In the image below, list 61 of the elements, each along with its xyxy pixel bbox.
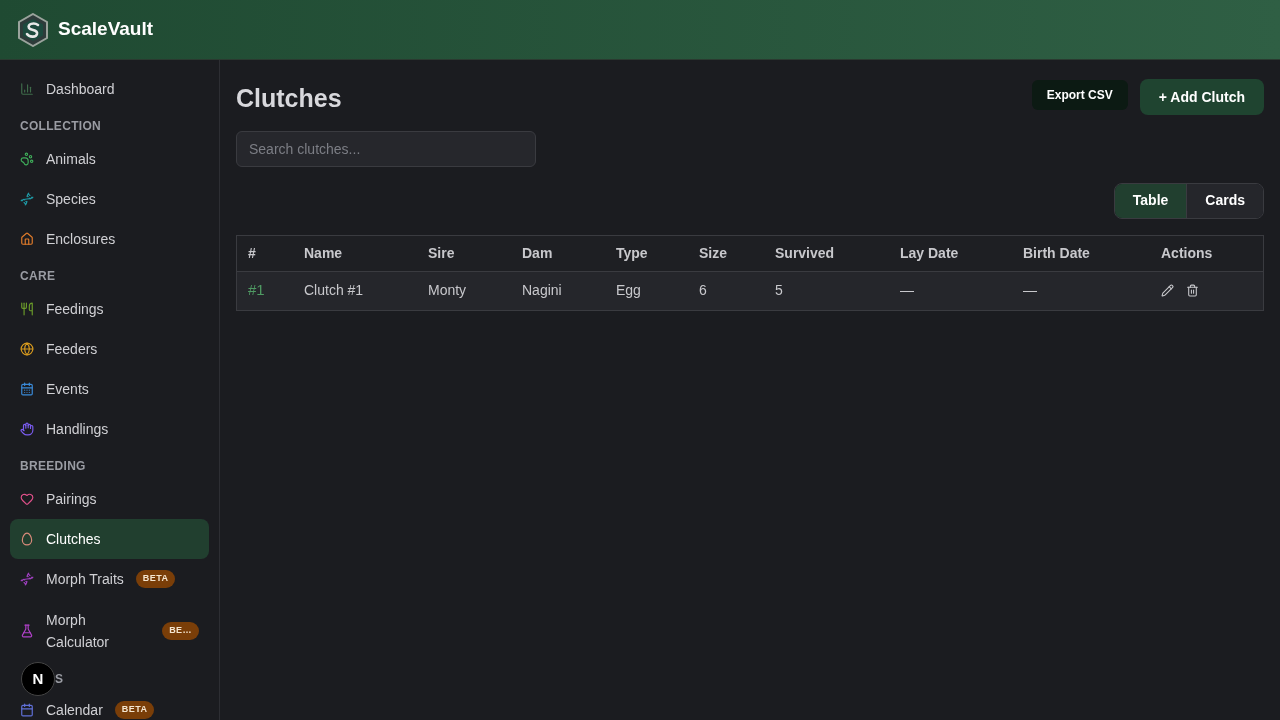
export-button[interactable]: Export CSV (1031, 80, 1128, 110)
beta-badge: BETA (114, 701, 155, 719)
section-label: S (55, 671, 64, 688)
sidebar-item[interactable]: Events (10, 369, 209, 409)
sidebar-item[interactable]: Pairings (10, 479, 209, 519)
table-cell[interactable]: #1 (237, 279, 293, 302)
table-cell-text: Clutch #1 (303, 281, 365, 300)
sidebar-item[interactable]: Animals (10, 139, 209, 179)
column-header: Survived (774, 243, 836, 263)
sidebar-item[interactable]: Morph Traits BETA (10, 559, 209, 599)
sidebar-item[interactable]: Calendar BETA (10, 696, 209, 720)
app-name: ScaleVault (58, 17, 154, 42)
sidebar-item[interactable]: Clutches (10, 519, 209, 559)
chart-icon (20, 82, 34, 96)
beta-badge: BE… (162, 622, 199, 640)
sidebar-item[interactable]: Feedings (10, 289, 209, 329)
column-header: Lay Date (899, 243, 960, 263)
house-icon (20, 232, 34, 246)
column-header: Type (615, 243, 649, 263)
column-header: Size (698, 243, 728, 263)
edit-icon[interactable] (1161, 284, 1174, 297)
globe-icon (20, 342, 34, 356)
delete-icon[interactable] (1186, 284, 1199, 297)
column-header: Sire (427, 243, 456, 263)
table-cell-text: Nagini (521, 281, 563, 300)
table-cell-text: Monty (427, 281, 468, 300)
sidebar-item[interactable]: Enclosures (10, 219, 209, 259)
heart-icon (20, 492, 34, 506)
hand-icon (20, 422, 34, 436)
column-header: Dam (521, 243, 554, 263)
table-cell-text: — (899, 281, 915, 300)
utensils-icon (20, 302, 34, 316)
column-header: Name (303, 243, 344, 263)
sidebar-item[interactable]: Dashboard (10, 69, 209, 109)
add-button[interactable]: + Add Clutch (1139, 79, 1264, 115)
sidebar-item[interactable]: Feeders (10, 329, 209, 369)
column-header: # (247, 243, 257, 263)
sidebar-item[interactable]: Morph Calculator BE… (10, 600, 209, 662)
sidebar-item[interactable]: Handlings (10, 409, 209, 449)
section-label: CARE (20, 268, 56, 285)
sidebar-item[interactable]: Species (10, 179, 209, 219)
search-field[interactable]: Search clutches... (236, 130, 536, 167)
table-cell-text: — (1022, 281, 1038, 300)
flask-icon (20, 624, 34, 638)
view-tab[interactable]: Table (1114, 183, 1187, 218)
table-cell-text: Egg (615, 281, 642, 300)
section-label: BREEDING (20, 458, 86, 475)
table-cell-text: 5 (774, 281, 784, 300)
view-tab[interactable]: Cards (1186, 183, 1263, 218)
logo-icon (16, 12, 50, 47)
calendar-icon (20, 382, 34, 396)
column-header: Actions (1160, 243, 1214, 263)
calendar-icon (20, 703, 34, 717)
section-label: COLLECTION (20, 118, 101, 135)
floating-button[interactable]: N (21, 662, 55, 696)
page-title: Clutches (236, 83, 342, 114)
table-cell-text: 6 (698, 281, 708, 300)
column-header: Birth Date (1022, 243, 1091, 263)
paw-icon (20, 152, 34, 166)
egg-icon (20, 532, 34, 546)
beta-badge: BETA (135, 570, 176, 588)
